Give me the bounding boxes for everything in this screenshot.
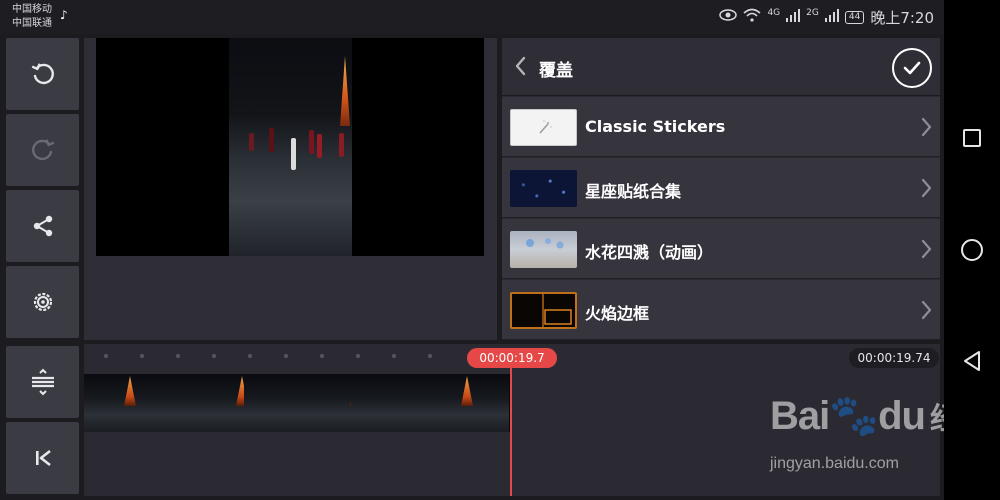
- classic-stickers-thumbnail: [510, 109, 577, 146]
- overlay-item-label: Classic Stickers: [585, 117, 726, 136]
- playhead-time: 00:00:19.7: [467, 348, 557, 368]
- chevron-right-icon: [921, 117, 932, 137]
- overlay-item-label: 星座贴纸合集: [585, 182, 682, 201]
- chevron-right-icon: [921, 239, 932, 259]
- redo-icon: [31, 139, 54, 161]
- carrier-info: 中国移动 中国联通: [12, 3, 52, 31]
- watermark-logo: Bai: [770, 394, 830, 438]
- water-splash-thumbnail: [510, 231, 577, 268]
- status-bar: 中国移动 中国联通 ♪ 4G 2G 44 晚上7:20: [0, 0, 944, 34]
- gear-icon: [33, 292, 52, 312]
- eye-icon: [719, 9, 738, 25]
- watermark-url: jingyan.baidu.com: [770, 455, 899, 472]
- checkmark-icon: [903, 61, 921, 75]
- app-root: 中国移动 中国联通 ♪ 4G 2G 44 晚上7:20 覆盖 Classic S…: [0, 0, 1000, 500]
- chevron-right-icon: [921, 300, 932, 320]
- status-icons: 4G 2G 44 晚上7:20: [719, 6, 934, 28]
- chevron-right-icon: [921, 178, 932, 198]
- share-icon: [33, 215, 52, 237]
- overlay-item-water-splash[interactable]: 水花四溅（动画）: [502, 219, 940, 279]
- overlay-item-label: 火焰边框: [585, 304, 650, 323]
- constellation-stickers-thumbnail: [510, 170, 577, 207]
- skip-to-start-icon: [35, 449, 51, 467]
- wifi-icon: [743, 8, 761, 26]
- system-nav-bar: [944, 0, 1000, 500]
- jump-to-start-button[interactable]: [6, 422, 79, 494]
- tiktok-icon: ♪: [60, 8, 68, 22]
- carrier-2: 中国联通: [12, 18, 52, 29]
- overlay-item-classic-stickers[interactable]: Classic Stickers: [502, 97, 940, 157]
- video-preview[interactable]: [96, 38, 484, 256]
- playhead[interactable]: [510, 350, 512, 496]
- overlay-panel-title: 覆盖: [539, 61, 573, 81]
- signal-1-icon: [786, 8, 801, 26]
- back-button[interactable]: [514, 56, 528, 78]
- expand-timeline-icon: [31, 368, 54, 396]
- redo-button[interactable]: [6, 114, 79, 186]
- home-button[interactable]: [961, 239, 983, 261]
- paw-icon: 🐾: [829, 394, 879, 438]
- share-button[interactable]: [6, 190, 79, 262]
- clock: 晚上7:20: [870, 8, 934, 27]
- undo-button[interactable]: [6, 38, 79, 110]
- preview-panel: [84, 38, 497, 340]
- network-1-label: 4G: [767, 8, 781, 18]
- battery-icon: 44: [844, 10, 865, 24]
- overlay-item-constellation-stickers[interactable]: 星座贴纸合集: [502, 158, 940, 218]
- settings-button[interactable]: [6, 266, 79, 338]
- back-triangle-icon[interactable]: [962, 350, 982, 372]
- chevron-left-icon: [515, 56, 526, 76]
- video-clip[interactable]: [84, 374, 510, 432]
- undo-icon: [31, 63, 54, 85]
- recent-apps-button[interactable]: [963, 129, 981, 147]
- total-duration: 00:00:19.74: [849, 348, 939, 368]
- carrier-1: 中国移动: [12, 4, 52, 15]
- video-frame-image: [229, 38, 352, 256]
- flame-border-thumbnail: [510, 292, 577, 329]
- overlay-item-label: 水花四溅（动画）: [585, 243, 714, 262]
- overlay-panel-header: 覆盖: [502, 38, 940, 96]
- overlay-item-flame-border[interactable]: 火焰边框: [502, 280, 940, 340]
- overlay-panel: 覆盖 Classic Stickers 星座贴纸合集 水花四溅（动画） 火焰边框: [502, 38, 940, 340]
- confirm-button[interactable]: [892, 48, 932, 88]
- signal-2-icon: [824, 8, 839, 26]
- timeline-zoom-button[interactable]: [6, 346, 79, 418]
- network-2-label: 2G: [806, 8, 819, 18]
